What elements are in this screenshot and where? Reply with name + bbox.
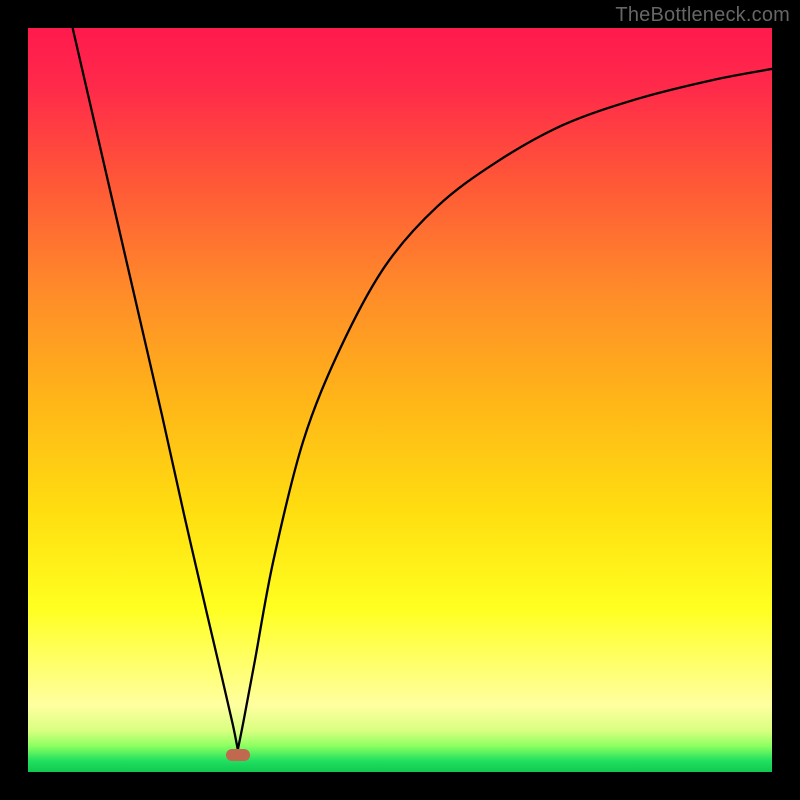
- chart-frame: TheBottleneck.com: [0, 0, 800, 800]
- curve-path: [73, 28, 772, 750]
- marker-pill: [226, 749, 250, 761]
- watermark-text: TheBottleneck.com: [615, 4, 790, 27]
- curve-layer: [28, 28, 772, 772]
- plot-area: [28, 28, 772, 772]
